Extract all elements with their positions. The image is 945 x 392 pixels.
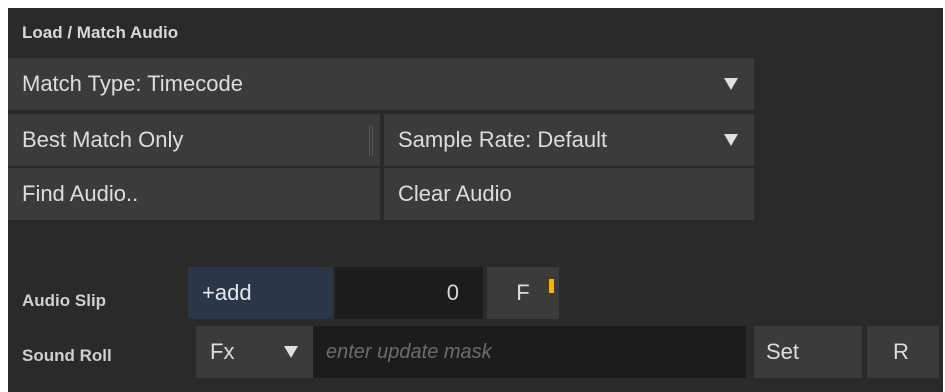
frames-unit-button[interactable]: F (487, 267, 559, 319)
sound-roll-mode-dropdown[interactable]: Fx (196, 326, 314, 378)
chevron-down-icon (284, 346, 298, 358)
match-type-dropdown[interactable]: Match Type: Timecode (8, 58, 754, 110)
sample-rate-label: Sample Rate: Default (398, 127, 608, 152)
clear-audio-button[interactable]: Clear Audio (384, 168, 754, 220)
set-button[interactable]: Set (754, 326, 862, 378)
update-mask-input[interactable] (313, 326, 746, 378)
sample-rate-dropdown[interactable]: Sample Rate: Default (384, 114, 754, 166)
frames-unit-label: F (516, 280, 530, 305)
match-type-label: Match Type: Timecode (22, 71, 243, 96)
clear-audio-label: Clear Audio (398, 181, 512, 206)
reset-button[interactable]: R (867, 326, 939, 378)
find-audio-label: Find Audio.. (22, 181, 139, 206)
keyframe-marker-icon (549, 279, 554, 293)
audio-slip-add-field[interactable]: +add (188, 267, 333, 319)
audio-slip-label: Audio Slip (22, 291, 107, 310)
reset-label: R (893, 339, 909, 364)
sound-roll-label: Sound Roll (22, 346, 112, 365)
toggle-indicator (369, 126, 373, 156)
best-match-only-label: Best Match Only (22, 127, 184, 152)
panel-title: Load / Match Audio (22, 23, 179, 42)
chevron-down-icon (724, 134, 738, 146)
set-label: Set (766, 339, 800, 364)
find-audio-button[interactable]: Find Audio.. (8, 168, 380, 220)
sound-roll-mode-label: Fx (210, 339, 235, 364)
best-match-only-toggle[interactable]: Best Match Only (8, 114, 380, 166)
load-match-audio-panel: Load / Match Audio Match Type: Timecode … (8, 8, 943, 392)
chevron-down-icon (724, 78, 738, 90)
audio-slip-value-field[interactable]: 0 (335, 267, 483, 319)
